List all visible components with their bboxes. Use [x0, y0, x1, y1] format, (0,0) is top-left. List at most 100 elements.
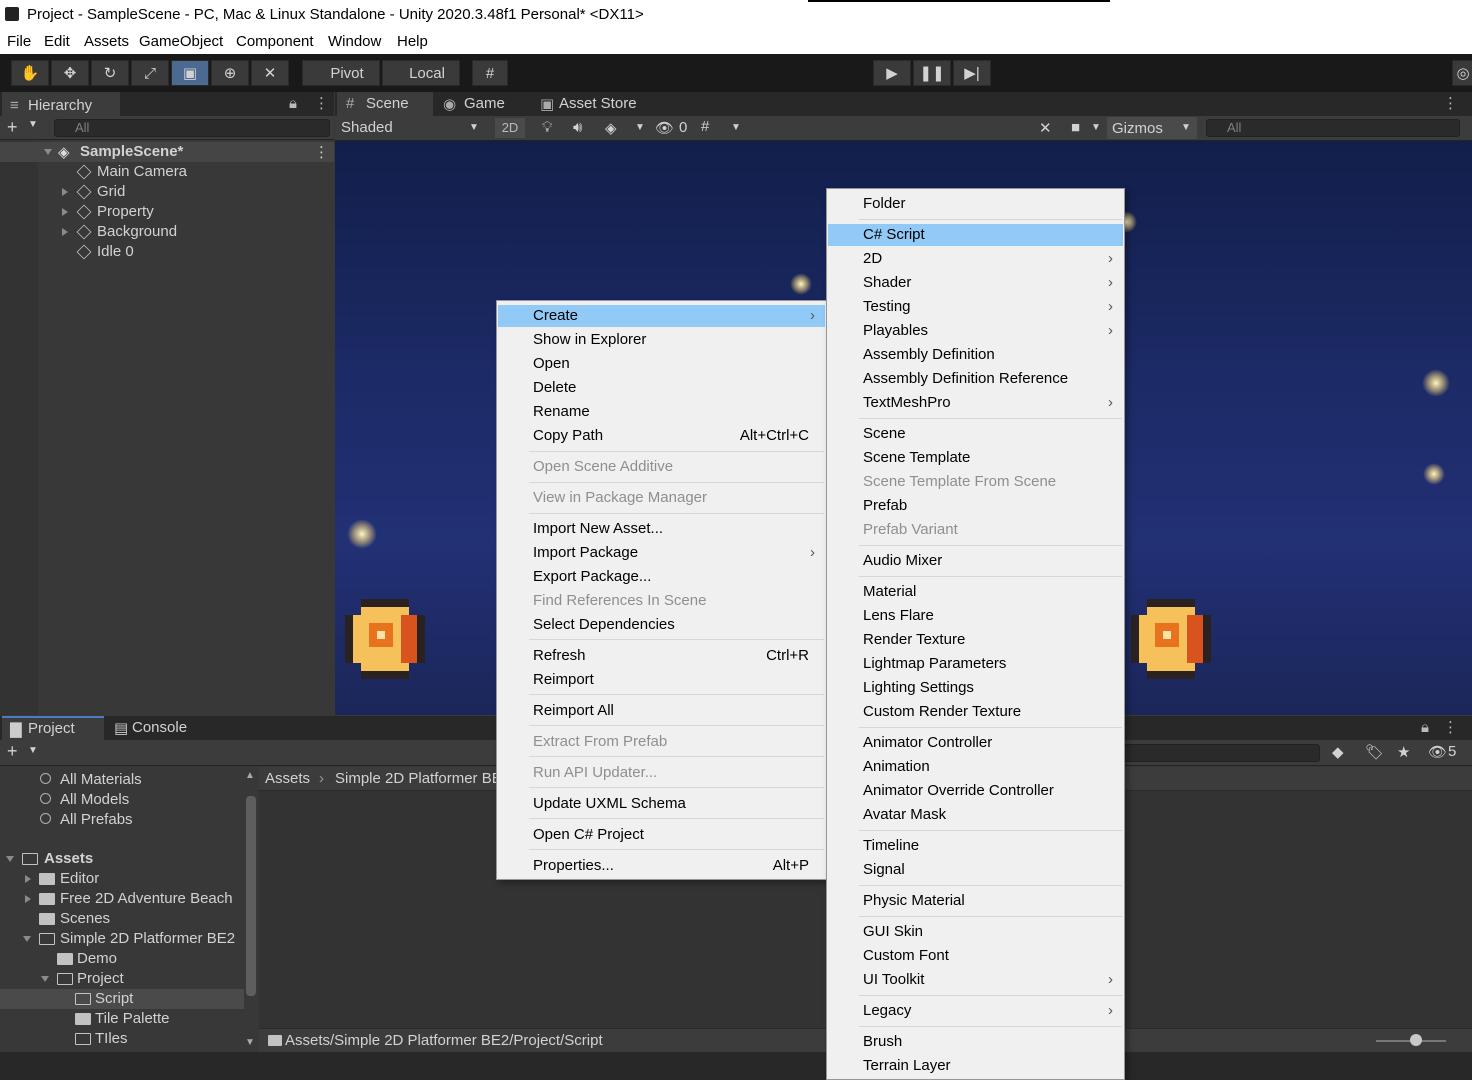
context-menu-item[interactable]: Copy Path Alt+Ctrl+C	[498, 425, 825, 447]
expand-arrow-icon[interactable]	[23, 936, 31, 942]
camera-icon[interactable]: ■	[1071, 119, 1080, 136]
rotate-tool-icon[interactable]: ↻	[91, 60, 129, 86]
folder-item[interactable]: Tile Palette	[0, 1009, 244, 1029]
create-menu-item[interactable]: Playables ›	[828, 320, 1123, 342]
folder-item[interactable]: Scenes	[0, 909, 244, 929]
breadcrumb-item[interactable]: Assets	[265, 770, 310, 787]
create-menu-item[interactable]: Animator Controller	[828, 732, 1123, 754]
hidden-objects-icon[interactable]: 👁︎	[655, 119, 674, 137]
folder-item[interactable]: Free 2D Adventure Beach	[0, 889, 244, 909]
scale-tool-icon[interactable]: ⤢	[131, 60, 169, 86]
project-search-input[interactable]	[1120, 744, 1320, 762]
project-more-icon[interactable]: ⋮	[1443, 718, 1458, 736]
custom-tool-icon[interactable]: ✕	[251, 60, 289, 86]
scroll-down-icon[interactable]: ▼	[245, 1037, 255, 1048]
folder-item[interactable]: Demo	[0, 949, 244, 969]
gizmos-dropdown[interactable]: Gizmos ▼	[1107, 117, 1197, 139]
context-menu-item[interactable]: Create ›	[498, 305, 825, 327]
effects-toggle-icon[interactable]: ◈	[605, 119, 617, 137]
breadcrumb-item[interactable]: Simple 2D Platformer BE2	[335, 770, 510, 787]
context-menu-item[interactable]: Open C# Project	[498, 824, 825, 846]
create-menu-item[interactable]: Custom Font	[828, 945, 1123, 967]
expand-arrow-icon[interactable]	[6, 856, 14, 862]
hidden-packages-icon[interactable]: 👁︎	[1428, 743, 1447, 761]
folder-item[interactable]: Project	[0, 969, 244, 989]
2d-toggle[interactable]: 2D	[495, 118, 525, 138]
menu-edit[interactable]: Edit	[44, 33, 70, 50]
folder-item[interactable]: Assets	[0, 849, 244, 869]
create-menu-item[interactable]: Assembly Definition	[828, 344, 1123, 366]
hierarchy-item[interactable]: Main Camera	[0, 162, 334, 182]
tools-icon[interactable]: ✕	[1039, 119, 1052, 137]
create-menu-item[interactable]: Signal	[828, 859, 1123, 881]
rect-tool-icon[interactable]: ▣	[171, 60, 209, 86]
camera-dropdown-icon[interactable]: ▼	[1091, 122, 1101, 133]
context-menu-item[interactable]: Import Package ›	[498, 542, 825, 564]
search-by-type-icon[interactable]: ◆	[1332, 743, 1344, 761]
create-menu-item[interactable]: TextMeshPro ›	[828, 392, 1123, 414]
folder-item[interactable]: TIles	[0, 1029, 244, 1049]
create-menu-item[interactable]: Testing ›	[828, 296, 1123, 318]
add-dropdown-icon[interactable]: ▼	[28, 119, 38, 130]
pivot-toggle[interactable]: Pivot	[302, 60, 380, 86]
folder-item[interactable]: Editor	[0, 869, 244, 889]
tree-scrollbar[interactable]	[246, 796, 256, 996]
create-menu-item[interactable]: Physic Material	[828, 890, 1123, 912]
create-menu-item[interactable]: Lighting Settings	[828, 677, 1123, 699]
effects-dropdown-icon[interactable]: ▼	[635, 122, 645, 133]
tab-console[interactable]: ▤ Console	[110, 716, 210, 740]
create-menu-item[interactable]: Folder	[828, 193, 1123, 215]
favorite-item[interactable]: All Materials	[0, 770, 244, 790]
scene-more-icon[interactable]: ⋮	[314, 143, 329, 161]
hierarchy-item[interactable]: Grid	[0, 182, 334, 202]
move-tool-icon[interactable]: ✥	[51, 60, 89, 86]
create-menu-item[interactable]: Assembly Definition Reference	[828, 368, 1123, 390]
transform-tool-icon[interactable]: ⊕	[211, 60, 249, 86]
create-menu-item[interactable]: Timeline	[828, 835, 1123, 857]
create-menu-item[interactable]: Prefab	[828, 495, 1123, 517]
create-menu-item[interactable]: Material	[828, 581, 1123, 603]
expand-arrow-icon[interactable]	[41, 976, 49, 982]
menu-assets[interactable]: Assets	[84, 33, 129, 50]
tab-project[interactable]: ▇ Project	[2, 716, 104, 740]
create-menu-item[interactable]: Scene Template	[828, 447, 1123, 469]
hierarchy-more-icon[interactable]: ⋮	[314, 94, 329, 112]
create-menu-item[interactable]: Brush	[828, 1031, 1123, 1053]
tab-asset-store[interactable]: ▣ Asset Store	[538, 92, 658, 116]
create-menu-item[interactable]: Animation	[828, 756, 1123, 778]
tab-scene[interactable]: # Scene	[337, 92, 433, 116]
create-menu-item[interactable]: Terrain Layer	[828, 1055, 1123, 1077]
create-menu-item[interactable]: UI Toolkit ›	[828, 969, 1123, 991]
context-menu-item[interactable]: Delete	[498, 377, 825, 399]
folder-item-selected[interactable]: Script	[0, 989, 244, 1009]
create-menu-item[interactable]: Render Texture	[828, 629, 1123, 651]
expand-arrow-icon[interactable]	[62, 208, 68, 216]
grid-dropdown-icon[interactable]: ▼	[731, 122, 741, 133]
context-menu-item[interactable]: Refresh Ctrl+R	[498, 645, 825, 667]
expand-arrow-icon[interactable]	[25, 895, 31, 903]
folder-item[interactable]: Simple 2D Platformer BE2	[0, 929, 244, 949]
pause-button[interactable]: ❚❚	[913, 60, 951, 86]
expand-arrow-icon[interactable]	[25, 875, 31, 883]
lighting-toggle-icon[interactable]: 💡︎	[542, 119, 553, 136]
menu-window[interactable]: Window	[328, 33, 381, 50]
hierarchy-item[interactable]: Background	[0, 222, 334, 242]
account-icon[interactable]: ◎	[1452, 60, 1472, 86]
context-menu-item[interactable]: Export Package...	[498, 566, 825, 588]
create-menu-item[interactable]: Avatar Mask	[828, 804, 1123, 826]
create-menu-item[interactable]: Legacy ›	[828, 1000, 1123, 1022]
local-toggle[interactable]: Local	[382, 60, 460, 86]
context-menu-item[interactable]: Reimport	[498, 669, 825, 691]
play-button[interactable]: ▶	[873, 60, 911, 86]
context-menu-item[interactable]: Select Dependencies	[498, 614, 825, 636]
menu-gameobject[interactable]: GameObject	[139, 33, 223, 50]
create-menu-item[interactable]: Shader ›	[828, 272, 1123, 294]
context-menu-item[interactable]: Import New Asset...	[498, 518, 825, 540]
grid-snap-icon[interactable]: #	[472, 60, 508, 86]
context-menu-item[interactable]: Rename	[498, 401, 825, 423]
shading-mode-dropdown[interactable]: Shaded ▼	[335, 116, 485, 140]
create-menu-item[interactable]: Lightmap Parameters	[828, 653, 1123, 675]
scene-row[interactable]: ◈ SampleScene* ⋮	[0, 142, 334, 162]
favorites-star-icon[interactable]: ★	[1397, 743, 1410, 761]
expand-arrow-icon[interactable]	[62, 188, 68, 196]
